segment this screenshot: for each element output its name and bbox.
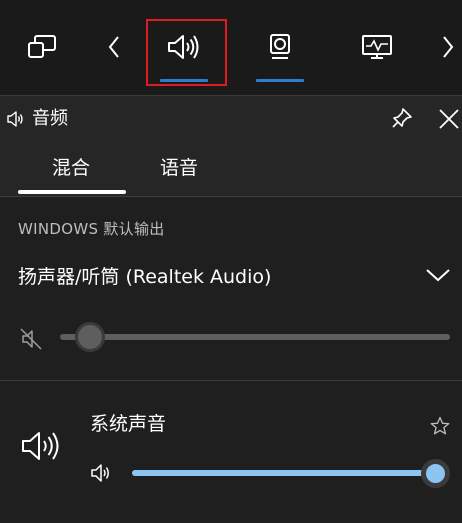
capture-widget-button[interactable] <box>258 28 302 66</box>
capture-indicator <box>256 79 304 82</box>
speaker-icon <box>7 111 23 127</box>
speaker-muted-icon <box>20 328 42 350</box>
audio-active-indicator <box>160 79 208 82</box>
close-icon <box>439 109 459 129</box>
device-dropdown-button[interactable] <box>425 267 451 287</box>
tab-mix[interactable]: 混合 <box>52 154 90 182</box>
pin-button[interactable] <box>390 106 414 136</box>
slider-thumb[interactable] <box>75 322 105 352</box>
favorite-button[interactable] <box>430 416 450 440</box>
audio-widget-button[interactable] <box>160 28 208 66</box>
section-divider <box>0 380 462 381</box>
speaker-icon <box>168 35 199 59</box>
app-name: 系统声音 <box>90 413 167 435</box>
panel-title: 音频 <box>32 108 68 129</box>
next-widget-button[interactable] <box>434 30 462 64</box>
chevron-right-icon <box>443 36 454 58</box>
prev-widget-button[interactable] <box>100 30 128 64</box>
chevron-down-icon <box>426 269 450 282</box>
pin-icon <box>392 108 412 128</box>
widget-menu-button[interactable] <box>22 30 62 64</box>
mute-toggle[interactable] <box>18 326 44 352</box>
output-device-name[interactable]: 扬声器/听筒 (Realtek Audio) <box>18 263 271 291</box>
monitor-icon <box>362 35 392 59</box>
slider-track <box>132 470 432 476</box>
close-button[interactable] <box>438 108 460 134</box>
chevron-left-icon <box>108 36 119 58</box>
slider-track <box>60 334 450 340</box>
performance-widget-button[interactable] <box>355 28 399 66</box>
speaker-icon <box>22 432 59 460</box>
tab-voice[interactable]: 语音 <box>160 154 198 182</box>
star-icon <box>430 416 450 435</box>
default-output-label: WINDOWS 默认输出 <box>18 220 165 238</box>
tab-mix-indicator <box>18 190 126 194</box>
app-icon <box>20 428 64 468</box>
widget-menu-icon <box>28 35 56 58</box>
app-volume-toggle[interactable] <box>90 462 114 484</box>
capture-icon <box>270 34 290 59</box>
speaker-icon <box>91 464 109 482</box>
slider-thumb[interactable] <box>421 459 450 488</box>
